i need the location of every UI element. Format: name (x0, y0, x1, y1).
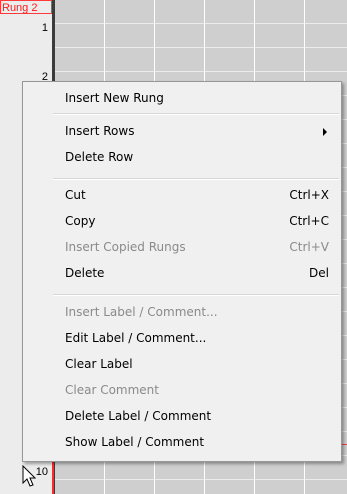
menu-item-show-label-comment[interactable]: Show Label / Comment (25, 431, 339, 453)
menu-item-copy[interactable]: Copy Ctrl+C (25, 210, 339, 232)
menu-item-label: Clear Comment (65, 383, 159, 397)
menu-item-shortcut: Ctrl+X (289, 188, 329, 202)
rung-label: Rung 2 (2, 2, 38, 14)
menu-item-cut[interactable]: Cut Ctrl+X (25, 184, 339, 206)
menu-item-label: Insert Rows (65, 124, 135, 138)
menu-item-clear-comment[interactable]: Clear Comment (25, 379, 339, 401)
menu-item-delete-row[interactable]: Delete Row (25, 146, 339, 168)
menu-item-shortcut: Ctrl+C (289, 214, 329, 228)
menu-item-delete[interactable]: Delete Del (25, 262, 339, 284)
menu-item-insert-label-comment[interactable]: Insert Label / Comment... (25, 301, 339, 323)
menu-item-insert-copied-rungs[interactable]: Insert Copied Rungs Ctrl+V (25, 236, 339, 258)
chevron-right-icon (323, 128, 327, 136)
menu-item-delete-label-comment[interactable]: Delete Label / Comment (25, 405, 339, 427)
row-number-1: 1 (41, 22, 48, 34)
menu-item-label: Insert Copied Rungs (65, 240, 186, 254)
menu-separator (53, 113, 339, 115)
menu-item-insert-rows[interactable]: Insert Rows (25, 120, 339, 142)
menu-item-label: Delete Label / Comment (65, 409, 212, 423)
menu-item-label: Clear Label (65, 357, 133, 371)
menu-item-edit-label-comment[interactable]: Edit Label / Comment... (25, 327, 339, 349)
menu-item-label: Show Label / Comment (65, 435, 205, 449)
menu-item-label: Insert New Rung (65, 91, 164, 105)
menu-item-clear-label[interactable]: Clear Label (25, 353, 339, 375)
menu-item-label: Edit Label / Comment... (65, 331, 207, 345)
menu-item-label: Delete (65, 266, 105, 280)
menu-item-shortcut: Del (309, 266, 329, 280)
mouse-pointer-icon (22, 465, 37, 487)
menu-item-label: Insert Label / Comment... (65, 305, 218, 319)
context-menu[interactable]: Insert New Rung Insert Rows Delete Row C… (22, 81, 342, 462)
menu-item-label: Copy (65, 214, 96, 228)
menu-item-shortcut: Ctrl+V (289, 240, 329, 254)
menu-item-label: Cut (65, 188, 86, 202)
menu-separator (53, 178, 339, 180)
menu-item-insert-new-rung[interactable]: Insert New Rung (25, 87, 339, 109)
menu-separator (53, 294, 339, 296)
menu-item-label: Delete Row (65, 150, 134, 164)
